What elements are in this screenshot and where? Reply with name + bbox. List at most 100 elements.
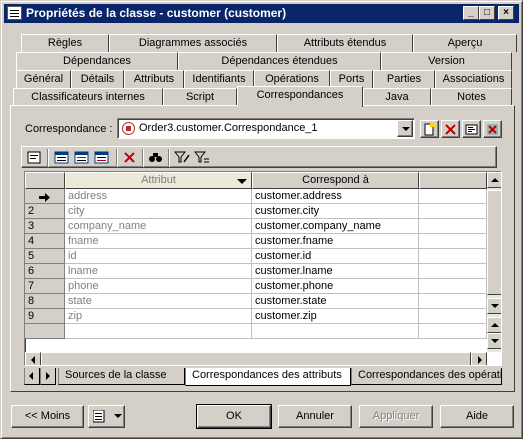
mapped-to-cell[interactable]: customer.id <box>252 249 419 264</box>
row-number[interactable]: 7 <box>25 279 65 294</box>
attribute-cell[interactable] <box>65 324 252 339</box>
tab-scroll-right-icon[interactable] <box>40 368 56 385</box>
tab-regles[interactable]: Règles <box>21 34 109 52</box>
add-row-icon[interactable] <box>74 150 91 166</box>
mapped-to-cell[interactable]: customer.zip <box>252 309 419 324</box>
attribute-cell[interactable]: fname <box>65 234 252 249</box>
table-row[interactable]: 3 company_name customer.company_name <box>25 219 487 234</box>
delete-mapping-button[interactable] <box>441 120 460 138</box>
mapped-to-cell[interactable]: customer.phone <box>252 279 419 294</box>
row-number[interactable]: 2 <box>25 204 65 219</box>
mapped-to-cell[interactable]: customer.address <box>252 189 419 204</box>
attribute-cell[interactable]: address <box>65 189 252 204</box>
subtab-correspondances-des-attributs[interactable]: Correspondances des attributs <box>185 368 351 386</box>
tab-attributs-etendus[interactable]: Attributs étendus <box>277 34 413 52</box>
tab-apercu[interactable]: Aperçu <box>413 34 517 52</box>
table-row[interactable] <box>25 324 487 339</box>
attribute-cell[interactable]: company_name <box>65 219 252 234</box>
tab-scroll-left-icon[interactable] <box>24 368 40 385</box>
help-button[interactable]: Aide <box>440 405 514 428</box>
row-number[interactable] <box>25 324 65 339</box>
less-button[interactable]: << Moins <box>11 405 84 428</box>
scroll-left-icon[interactable] <box>25 352 41 365</box>
row-number[interactable]: 8 <box>25 294 65 309</box>
tab-dependances-etendues[interactable]: Dépendances étendues <box>178 52 381 70</box>
table-row[interactable]: 4 fname customer.fname <box>25 234 487 249</box>
chevron-down-icon[interactable] <box>397 120 413 137</box>
tab-details[interactable]: Détails <box>71 70 124 88</box>
close-button[interactable]: × <box>498 6 514 20</box>
apply-button[interactable]: Appliquer <box>359 405 433 428</box>
tab-parties[interactable]: Parties <box>373 70 435 88</box>
row-number[interactable] <box>25 189 65 204</box>
correspondance-select[interactable]: Order3.customer.Correspondance_1 <box>117 118 415 139</box>
scroll-down-icon[interactable] <box>487 298 501 314</box>
table-row[interactable]: 8 state customer.state <box>25 294 487 309</box>
filter-icon[interactable] <box>193 150 211 166</box>
attribute-cell[interactable]: city <box>65 204 252 219</box>
tab-diagrammes-associes[interactable]: Diagrammes associés <box>109 34 277 52</box>
horizontal-scrollbar[interactable] <box>25 352 487 365</box>
properties-icon[interactable] <box>26 150 43 166</box>
scroll-thumb[interactable] <box>41 352 471 365</box>
tab-associations[interactable]: Associations <box>435 70 512 88</box>
empty-cell <box>419 309 487 324</box>
row-number[interactable]: 9 <box>25 309 65 324</box>
row-number[interactable]: 5 <box>25 249 65 264</box>
find-icon[interactable] <box>148 150 165 166</box>
scroll-up-icon[interactable] <box>487 317 501 333</box>
table-row[interactable]: 9 zip customer.zip <box>25 309 487 324</box>
clear-mapping-button[interactable] <box>483 120 502 138</box>
tab-version[interactable]: Version <box>381 52 512 70</box>
maximize-button[interactable]: □ <box>479 6 495 20</box>
mapped-to-cell[interactable] <box>252 324 419 339</box>
filter-edit-icon[interactable] <box>173 150 191 166</box>
table-row[interactable]: 6 lname customer.lname <box>25 264 487 279</box>
table-row[interactable]: 2 city customer.city <box>25 204 487 219</box>
row-number[interactable]: 6 <box>25 264 65 279</box>
attribute-cell[interactable]: zip <box>65 309 252 324</box>
delete-row-icon[interactable] <box>122 150 139 166</box>
tab-java[interactable]: Java <box>363 88 431 106</box>
tab-classificateurs-internes[interactable]: Classificateurs internes <box>13 88 163 106</box>
attribute-cell[interactable]: id <box>65 249 252 264</box>
scroll-right-icon[interactable] <box>471 352 487 365</box>
row-number[interactable]: 3 <box>25 219 65 234</box>
empty-cell <box>419 189 487 204</box>
vertical-scrollbar[interactable] <box>487 172 501 352</box>
subtab-correspondances-des-operations[interactable]: Correspondances des opérations <box>351 368 502 385</box>
title-bar[interactable]: Propriétés de la classe - customer (cust… <box>4 4 519 23</box>
table-row[interactable]: 7 phone customer.phone <box>25 279 487 294</box>
minimize-button[interactable]: _ <box>463 6 479 20</box>
attribute-cell[interactable]: lname <box>65 264 252 279</box>
tab-general[interactable]: Général <box>16 70 71 88</box>
menu-button[interactable] <box>88 405 125 428</box>
tab-notes[interactable]: Notes <box>431 88 512 106</box>
scroll-thumb[interactable] <box>487 190 501 295</box>
table-row[interactable]: address customer.address <box>25 189 487 204</box>
tab-dependances[interactable]: Dépendances <box>16 52 178 70</box>
tab-correspondances[interactable]: Correspondances <box>237 86 363 107</box>
tab-attributs[interactable]: Attributs <box>124 70 184 88</box>
mapped-to-cell[interactable]: customer.lname <box>252 264 419 279</box>
mapped-to-cell[interactable]: customer.state <box>252 294 419 309</box>
mapping-properties-button[interactable] <box>462 120 481 138</box>
cancel-button[interactable]: Annuler <box>278 405 352 428</box>
row-number[interactable]: 4 <box>25 234 65 249</box>
add-attributes-icon[interactable] <box>94 150 111 166</box>
tab-script[interactable]: Script <box>163 88 237 106</box>
mapped-to-cell[interactable]: customer.fname <box>252 234 419 249</box>
table-row[interactable]: 5 id customer.id <box>25 249 487 264</box>
subtab-sources-de-la-classe[interactable]: Sources de la classe <box>58 368 185 385</box>
attribute-cell[interactable]: state <box>65 294 252 309</box>
ok-button[interactable]: OK <box>196 404 272 429</box>
new-mapping-button[interactable] <box>420 120 439 138</box>
mapped-to-cell[interactable]: customer.company_name <box>252 219 419 234</box>
scroll-up-icon[interactable] <box>487 172 501 188</box>
column-header-mapped-to[interactable]: Correspond à <box>252 172 419 189</box>
insert-row-icon[interactable] <box>54 150 71 166</box>
attribute-cell[interactable]: phone <box>65 279 252 294</box>
scroll-down-icon[interactable] <box>487 333 501 349</box>
column-header-attribute[interactable]: Attribut <box>65 172 252 189</box>
mapped-to-cell[interactable]: customer.city <box>252 204 419 219</box>
